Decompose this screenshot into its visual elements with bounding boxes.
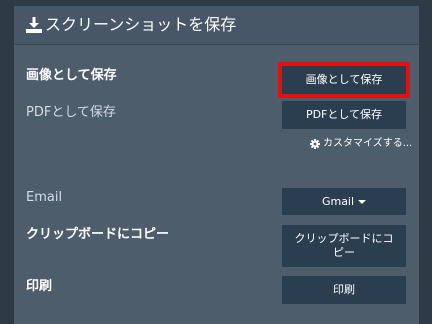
copy-clipboard-button-line1: クリップボードにコ — [294, 232, 394, 245]
copy-clipboard-label: クリップボードにコピー — [26, 227, 170, 242]
save-image-label: 画像として保存 — [26, 68, 117, 83]
panel-title: スクリーンショットを保存 — [45, 15, 237, 34]
save-image-button[interactable]: 画像として保存 — [278, 62, 410, 98]
customize-label: カスタマイズする... — [323, 138, 413, 149]
save-pdf-label: PDFとして保存 — [26, 105, 116, 120]
print-label: 印刷 — [26, 279, 53, 294]
print-button[interactable]: 印刷 — [282, 276, 406, 304]
email-label: Email — [26, 190, 63, 205]
save-pdf-button[interactable]: PDFとして保存 — [282, 101, 406, 129]
caret-down-icon — [358, 199, 367, 204]
copy-clipboard-button[interactable]: クリップボードにコ ピー — [282, 225, 406, 267]
gear-icon — [310, 139, 320, 149]
copy-clipboard-button-line2: ピー — [333, 246, 355, 259]
save-screenshot-panel: スクリーンショットを保存 画像として保存 画像として保存 PDFとして保存 PD… — [14, 6, 419, 324]
customize-link[interactable]: カスタマイズする... — [310, 137, 412, 151]
panel-header: スクリーンショットを保存 — [14, 6, 419, 45]
gmail-label: Gmail — [321, 194, 355, 208]
download-icon — [26, 17, 42, 33]
gmail-dropdown-button[interactable]: Gmail — [282, 188, 406, 215]
